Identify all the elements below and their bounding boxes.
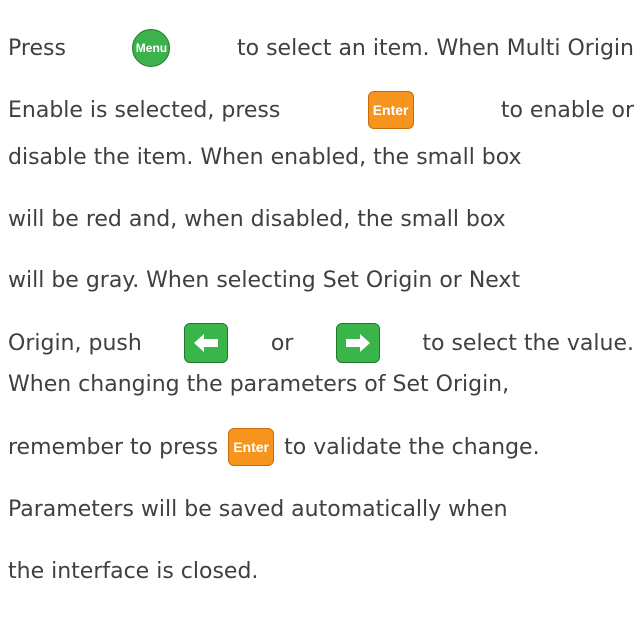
text-line-9: Parameters will be saved automatically w… — [0, 481, 642, 537]
text-line-10: the interface is closed. — [0, 543, 642, 599]
text-line-4: will be red and, when disabled, the smal… — [0, 191, 642, 247]
text-segment: or — [270, 330, 294, 356]
text-segment: the interface is closed. — [8, 558, 259, 584]
text-segment: remember to press — [8, 434, 219, 460]
text-line-8: remember to press Enter to validate the … — [0, 419, 642, 475]
text-line-7: When changing the parameters of Set Orig… — [0, 356, 642, 412]
text-segment: When changing the parameters of Set Orig… — [8, 371, 510, 397]
text-segment: Origin, push — [8, 330, 142, 356]
text-segment: will be gray. When selecting Set Origin … — [8, 267, 521, 293]
menu-key-icon: Menu — [132, 29, 171, 67]
text-segment: will be red and, when disabled, the smal… — [8, 206, 506, 232]
text-segment: Parameters will be saved automatically w… — [8, 496, 508, 522]
text-segment: to select an item. When Multi Origin — [237, 35, 634, 61]
text-segment: to validate the change. — [284, 434, 540, 460]
text-segment: Enable is selected, press — [8, 97, 281, 123]
text-segment: to enable or — [500, 97, 634, 123]
text-segment: Press — [8, 35, 66, 61]
text-segment: to select the value. — [422, 330, 634, 356]
enter-key-icon: Enter — [367, 91, 414, 129]
enter-key-icon: Enter — [228, 428, 275, 466]
text-line-5: will be gray. When selecting Set Origin … — [0, 252, 642, 308]
text-line-3: disable the item. When enabled, the smal… — [0, 129, 642, 185]
text-line-1: Press Menu to select an item. When Multi… — [0, 20, 642, 76]
text-segment: disable the item. When enabled, the smal… — [8, 144, 522, 170]
